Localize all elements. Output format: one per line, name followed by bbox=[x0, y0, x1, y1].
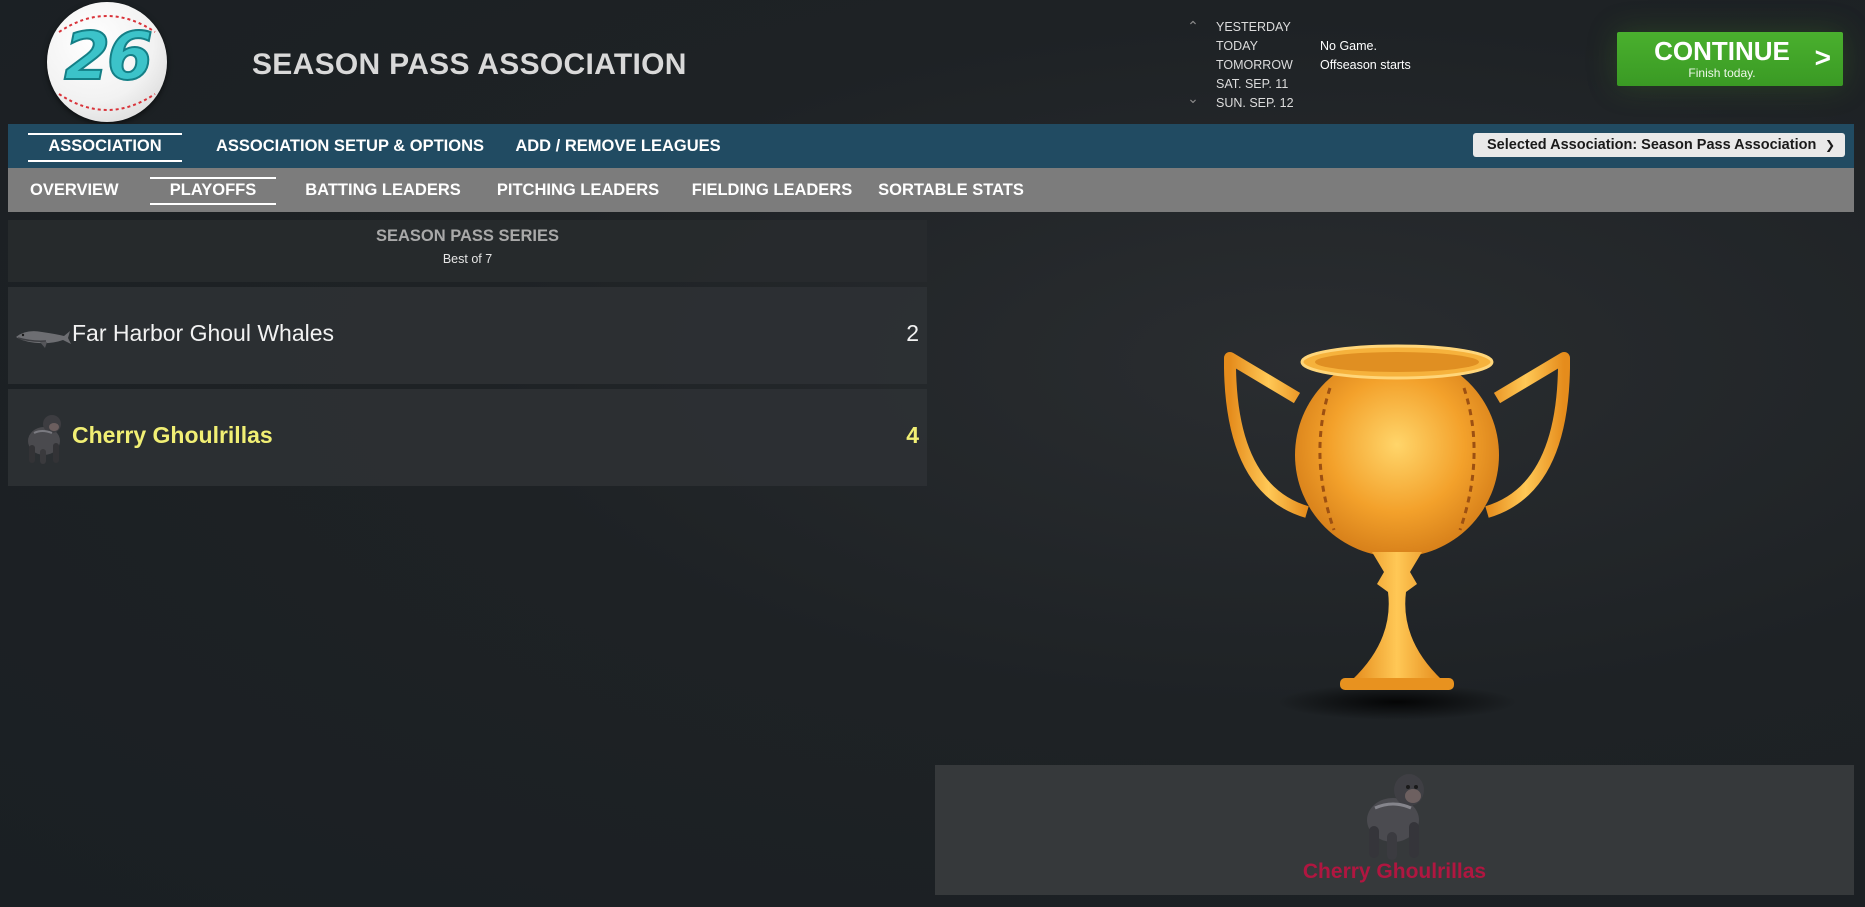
schedule-day: SUN. SEP. 12 bbox=[1216, 96, 1294, 110]
chevron-up-icon[interactable]: ⌃ bbox=[1183, 18, 1203, 34]
continue-label: CONTINUE bbox=[1654, 36, 1790, 66]
tab-sortable-stats[interactable]: SORTABLE STATS bbox=[875, 168, 1027, 212]
tab-playoffs[interactable]: PLAYOFFS bbox=[150, 168, 276, 212]
tab-association-setup[interactable]: ASSOCIATION SETUP & OPTIONS bbox=[208, 124, 492, 168]
tab-add-remove-leagues[interactable]: ADD / REMOVE LEAGUES bbox=[510, 124, 726, 168]
whale-logo-icon bbox=[16, 331, 71, 348]
page-title: SEASON PASS ASSOCIATION bbox=[252, 48, 687, 81]
series-format: Best of 7 bbox=[442, 252, 493, 266]
baseball-trophy-icon bbox=[1224, 344, 1570, 720]
champion-name: Cherry Ghoulrillas bbox=[1302, 860, 1487, 883]
series-title: SEASON PASS SERIES bbox=[375, 227, 560, 245]
tab-pitching-leaders[interactable]: PITCHING LEADERS bbox=[489, 168, 667, 212]
gorilla-logo-icon bbox=[28, 415, 61, 464]
team-name: Cherry Ghoulrillas bbox=[72, 422, 273, 448]
schedule-day: TODAY bbox=[1216, 39, 1258, 53]
champion-panel: Cherry Ghoulrillas bbox=[935, 765, 1854, 895]
chevron-down-icon: ❯ bbox=[1824, 138, 1835, 152]
schedule-row[interactable]: TOMORROW Offseason starts bbox=[1216, 56, 1411, 75]
schedule-event: Offseason starts bbox=[1320, 58, 1411, 72]
team-name: Far Harbor Ghoul Whales bbox=[72, 320, 335, 346]
continue-button[interactable]: CONTINUE Finish today. > bbox=[1617, 32, 1843, 86]
association-select-value: Selected Association: Season Pass Associ… bbox=[1487, 137, 1817, 153]
schedule-day: SAT. SEP. 11 bbox=[1216, 77, 1289, 91]
schedule-list: YESTERDAY TODAY No Game. TOMORROW Offsea… bbox=[1216, 18, 1411, 113]
logo-number: 26 bbox=[63, 17, 154, 96]
chevron-right-icon: > bbox=[1814, 42, 1831, 73]
day-navigator: ⌃ ⌄ bbox=[1183, 18, 1203, 114]
series-team-row[interactable]: Far Harbor Ghoul Whales 2 bbox=[8, 287, 927, 384]
series-team-row[interactable]: Cherry Ghoulrillas 4 bbox=[8, 389, 927, 486]
schedule-row[interactable]: SAT. SEP. 11 bbox=[1216, 75, 1411, 94]
association-select[interactable]: Selected Association: Season Pass Associ… bbox=[1473, 133, 1845, 157]
tab-fielding-leaders[interactable]: FIELDING LEADERS bbox=[688, 168, 856, 212]
schedule-day: YESTERDAY bbox=[1216, 20, 1291, 34]
chevron-down-icon[interactable]: ⌄ bbox=[1183, 90, 1203, 106]
gorilla-logo-icon bbox=[1367, 774, 1424, 860]
tab-overview[interactable]: OVERVIEW bbox=[30, 168, 119, 212]
schedule-event: No Game. bbox=[1320, 39, 1377, 53]
team-wins: 4 bbox=[906, 422, 919, 448]
continue-sublabel: Finish today. bbox=[1688, 66, 1756, 80]
tab-association[interactable]: ASSOCIATION bbox=[28, 124, 182, 168]
schedule-row[interactable]: TODAY No Game. bbox=[1216, 37, 1411, 56]
schedule-row[interactable]: SUN. SEP. 12 bbox=[1216, 94, 1411, 113]
tab-batting-leaders[interactable]: BATTING LEADERS bbox=[301, 168, 465, 212]
team-wins: 2 bbox=[906, 320, 919, 346]
series-header: SEASON PASS SERIES Best of 7 bbox=[8, 220, 927, 282]
schedule-row[interactable]: YESTERDAY bbox=[1216, 18, 1411, 37]
secondary-nav: OVERVIEW PLAYOFFS BATTING LEADERS PITCHI… bbox=[8, 168, 1854, 212]
app-logo: 26 bbox=[47, 2, 167, 122]
schedule-day: TOMORROW bbox=[1216, 58, 1293, 72]
